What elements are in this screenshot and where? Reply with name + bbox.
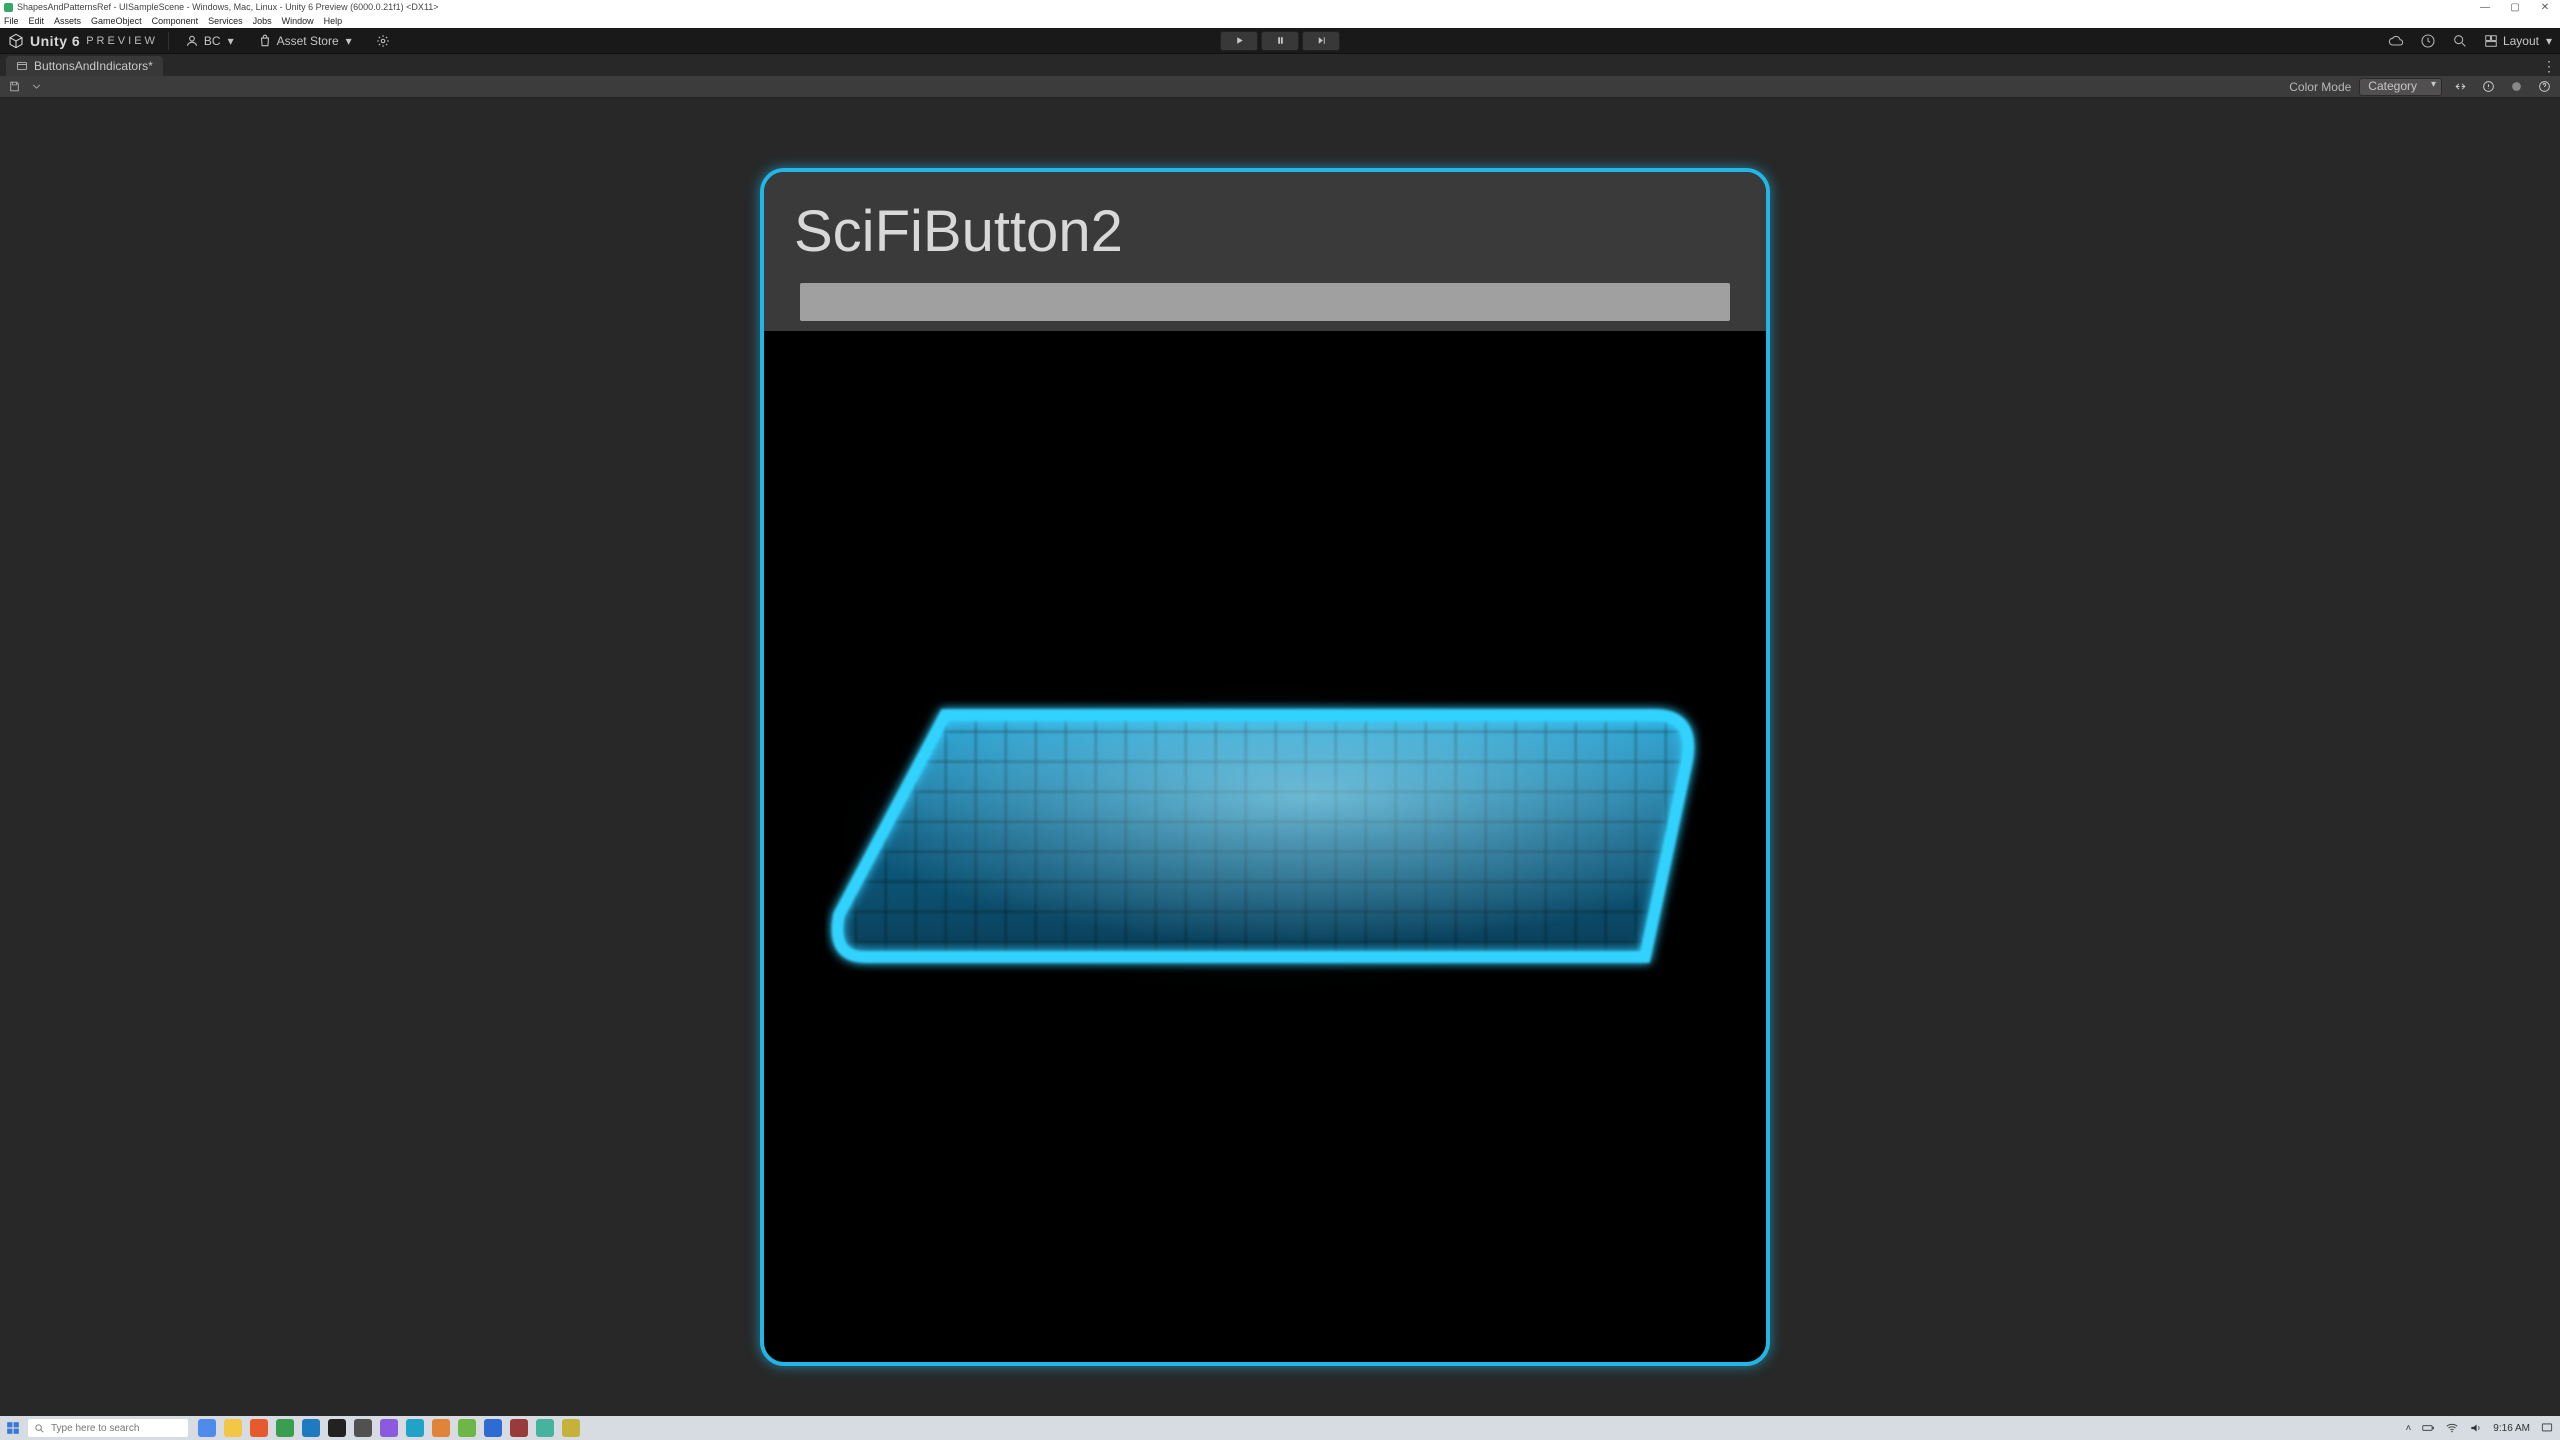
main-menu-bar: File Edit Assets GameObject Component Se… (0, 14, 2560, 28)
panel-tab[interactable]: ButtonsAndIndicators* (6, 56, 163, 76)
menu-help[interactable]: Help (324, 16, 343, 26)
taskbar-app-10[interactable] (458, 1419, 476, 1437)
layout-button[interactable]: Layout ▾ (2484, 34, 2552, 48)
window-title: ShapesAndPatternsRef - UISampleScene - W… (17, 2, 439, 12)
taskbar-app-9[interactable] (432, 1419, 450, 1437)
taskbar-app-8[interactable] (406, 1419, 424, 1437)
unity-cube-icon (8, 33, 24, 49)
help-button[interactable] (2534, 77, 2554, 97)
graph-canvas[interactable]: SciFiButton2 (0, 98, 2560, 1416)
node-title: SciFiButton2 (794, 198, 1736, 265)
toolbar-dropdown[interactable] (28, 79, 44, 95)
color-mode-dropdown[interactable]: Category (2359, 78, 2442, 96)
color-mode-label: Color Mode (2289, 80, 2351, 94)
play-controls (1220, 31, 1340, 51)
shopping-bag-icon (258, 34, 272, 48)
panel-tab-label: ButtonsAndIndicators* (34, 59, 153, 73)
node-header: SciFiButton2 (764, 172, 1766, 331)
minimize-button[interactable]: — (2470, 2, 2500, 13)
menu-assets[interactable]: Assets (54, 16, 81, 26)
os-window-titlebar: ShapesAndPatternsRef - UISampleScene - W… (0, 0, 2560, 14)
taskbar-app-4[interactable] (302, 1419, 320, 1437)
play-button[interactable] (1220, 31, 1258, 51)
panel-kebab-menu[interactable]: ⋮ (2542, 58, 2556, 75)
system-tray: ˄ 9:16 AM (2405, 1421, 2554, 1435)
scifi-button-preview (825, 701, 1705, 971)
wifi-icon[interactable] (2445, 1421, 2459, 1435)
close-button[interactable]: ✕ (2530, 2, 2560, 13)
graph-toolbar: ⋮ Color Mode Category (0, 76, 2560, 98)
layout-label: Layout (2503, 34, 2539, 48)
taskbar-search[interactable]: Type here to search (28, 1419, 188, 1437)
taskbar-app-11[interactable] (484, 1419, 502, 1437)
taskbar-app-3[interactable] (276, 1419, 294, 1437)
subgraph-node[interactable]: SciFiButton2 (760, 168, 1770, 1366)
node-preview (764, 331, 1766, 1341)
gear-icon (376, 34, 390, 48)
menu-edit[interactable]: Edit (29, 16, 45, 26)
settings-button[interactable] (370, 32, 396, 50)
taskbar-app-6[interactable] (354, 1419, 372, 1437)
blackboard-toggle[interactable] (2450, 77, 2470, 97)
brand-preview-label: PREVIEW (86, 35, 158, 47)
history-icon[interactable] (2420, 33, 2436, 49)
clock[interactable]: 9:16 AM (2493, 1423, 2530, 1434)
menu-services[interactable]: Services (208, 16, 243, 26)
panel-tab-strip: ButtonsAndIndicators* (0, 54, 2560, 76)
taskbar-app-14[interactable] (562, 1419, 580, 1437)
taskbar-search-placeholder: Type here to search (51, 1423, 139, 1434)
taskbar-app-7[interactable] (380, 1419, 398, 1437)
menu-component[interactable]: Component (152, 16, 199, 26)
maximize-button[interactable]: ▢ (2500, 2, 2530, 13)
main-preview-toggle[interactable] (2506, 77, 2526, 97)
layout-grid-icon (2484, 34, 2498, 48)
menu-file[interactable]: File (4, 16, 19, 26)
save-button[interactable] (6, 79, 22, 95)
unity-toolbar: Unity 6 PREVIEW BC ▾ Asset Store ▾ Layou… (0, 28, 2560, 54)
taskbar-app-2[interactable] (250, 1419, 268, 1437)
graph-inspector-toggle[interactable] (2478, 77, 2498, 97)
account-button[interactable]: BC ▾ (179, 32, 240, 50)
taskbar-app-13[interactable] (536, 1419, 554, 1437)
brand-label: Unity 6 (30, 33, 80, 49)
menu-jobs[interactable]: Jobs (253, 16, 272, 26)
account-label: BC (204, 34, 221, 48)
search-icon[interactable] (2452, 33, 2468, 49)
window-icon (16, 60, 28, 72)
unity-logo: Unity 6 PREVIEW (8, 33, 158, 49)
asset-store-label: Asset Store (277, 34, 339, 48)
taskbar-app-1[interactable] (224, 1419, 242, 1437)
volume-icon[interactable] (2469, 1421, 2483, 1435)
tray-chevron-icon[interactable]: ˄ (2405, 1423, 2411, 1434)
taskbar-app-12[interactable] (510, 1419, 528, 1437)
user-icon (185, 34, 199, 48)
start-button[interactable] (2, 1417, 24, 1439)
pause-button[interactable] (1261, 31, 1299, 51)
taskbar-app-0[interactable] (198, 1419, 216, 1437)
caret-down-icon: ▾ (228, 34, 234, 48)
node-search-input[interactable] (800, 283, 1730, 321)
step-button[interactable] (1302, 31, 1340, 51)
search-icon (34, 1423, 45, 1434)
menu-gameobject[interactable]: GameObject (91, 16, 142, 26)
caret-down-icon: ▾ (2546, 34, 2552, 48)
app-icon (4, 3, 13, 12)
menu-window[interactable]: Window (282, 16, 314, 26)
cloud-icon[interactable] (2388, 33, 2404, 49)
notifications-icon[interactable] (2540, 1421, 2554, 1435)
os-taskbar: Type here to search ˄ 9:16 AM (0, 1416, 2560, 1440)
taskbar-apps (198, 1419, 580, 1437)
taskbar-app-5[interactable] (328, 1419, 346, 1437)
battery-icon[interactable] (2421, 1421, 2435, 1435)
asset-store-button[interactable]: Asset Store ▾ (252, 32, 358, 50)
caret-down-icon: ▾ (346, 34, 352, 48)
